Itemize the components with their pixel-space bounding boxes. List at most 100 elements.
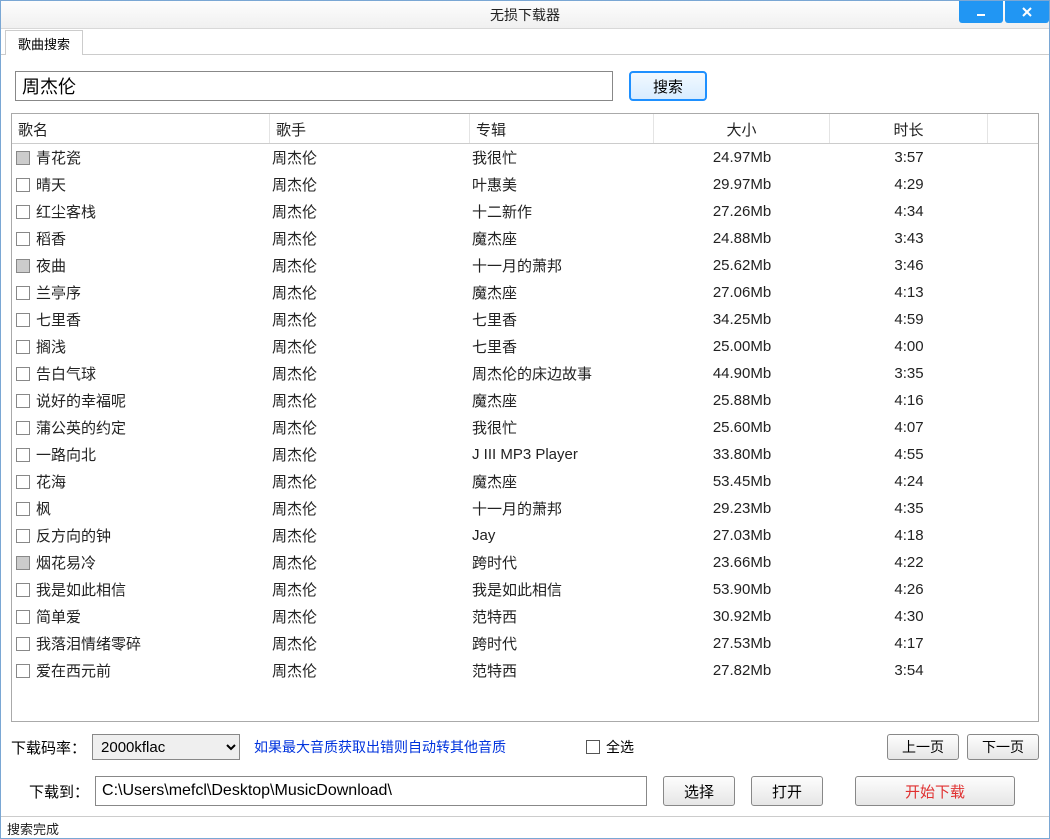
cell-size: 24.97Mb bbox=[654, 149, 830, 166]
choose-folder-button[interactable]: 选择 bbox=[663, 776, 735, 806]
table-row[interactable]: 夜曲周杰伦十一月的萧邦25.62Mb3:46 bbox=[12, 252, 1038, 279]
row-checkbox[interactable] bbox=[16, 151, 30, 165]
cell-size: 27.53Mb bbox=[654, 635, 830, 652]
cell-size: 27.82Mb bbox=[654, 662, 830, 679]
row-checkbox[interactable] bbox=[16, 394, 30, 408]
row-checkbox[interactable] bbox=[16, 313, 30, 327]
row-checkbox[interactable] bbox=[16, 178, 30, 192]
header-song[interactable]: 歌名 bbox=[12, 114, 270, 143]
cell-album: 我很忙 bbox=[470, 417, 654, 438]
prev-page-button[interactable]: 上一页 bbox=[887, 734, 959, 760]
cell-album: 魔杰座 bbox=[470, 282, 654, 303]
titlebar: 无损下载器 bbox=[1, 1, 1049, 29]
close-button[interactable] bbox=[1005, 1, 1049, 23]
cell-artist: 周杰伦 bbox=[270, 633, 470, 654]
cell-size: 53.90Mb bbox=[654, 581, 830, 598]
cell-size: 25.88Mb bbox=[654, 392, 830, 409]
cell-artist: 周杰伦 bbox=[270, 417, 470, 438]
row-checkbox[interactable] bbox=[16, 205, 30, 219]
table-row[interactable]: 我是如此相信周杰伦我是如此相信53.90Mb4:26 bbox=[12, 576, 1038, 603]
row-checkbox[interactable] bbox=[16, 637, 30, 651]
row-checkbox[interactable] bbox=[16, 421, 30, 435]
next-page-button[interactable]: 下一页 bbox=[967, 734, 1039, 760]
cell-song: 晴天 bbox=[36, 174, 66, 195]
cell-album: 七里香 bbox=[470, 336, 654, 357]
row-checkbox[interactable] bbox=[16, 583, 30, 597]
cell-song: 搁浅 bbox=[36, 336, 66, 357]
table-row[interactable]: 我落泪情绪零碎周杰伦跨时代27.53Mb4:17 bbox=[12, 630, 1038, 657]
cell-size: 25.00Mb bbox=[654, 338, 830, 355]
cell-size: 27.06Mb bbox=[654, 284, 830, 301]
cell-album: 魔杰座 bbox=[470, 471, 654, 492]
cell-song: 花海 bbox=[36, 471, 66, 492]
cell-duration: 4:24 bbox=[830, 473, 988, 490]
cell-artist: 周杰伦 bbox=[270, 174, 470, 195]
row-checkbox[interactable] bbox=[16, 502, 30, 516]
cell-size: 24.88Mb bbox=[654, 230, 830, 247]
start-download-button[interactable]: 开始下载 bbox=[855, 776, 1015, 806]
table-row[interactable]: 稻香周杰伦魔杰座24.88Mb3:43 bbox=[12, 225, 1038, 252]
cell-artist: 周杰伦 bbox=[270, 390, 470, 411]
search-input[interactable] bbox=[15, 71, 613, 101]
table-row[interactable]: 告白气球周杰伦周杰伦的床边故事44.90Mb3:35 bbox=[12, 360, 1038, 387]
table-row[interactable]: 搁浅周杰伦七里香25.00Mb4:00 bbox=[12, 333, 1038, 360]
row-checkbox[interactable] bbox=[16, 259, 30, 273]
cell-artist: 周杰伦 bbox=[270, 255, 470, 276]
download-path-input[interactable] bbox=[95, 776, 647, 806]
table-row[interactable]: 烟花易冷周杰伦跨时代23.66Mb4:22 bbox=[12, 549, 1038, 576]
row-checkbox[interactable] bbox=[16, 232, 30, 246]
cell-size: 44.90Mb bbox=[654, 365, 830, 382]
row-checkbox[interactable] bbox=[16, 475, 30, 489]
table-row[interactable]: 枫周杰伦十一月的萧邦29.23Mb4:35 bbox=[12, 495, 1038, 522]
table-row[interactable]: 红尘客栈周杰伦十二新作27.26Mb4:34 bbox=[12, 198, 1038, 225]
table-row[interactable]: 一路向北周杰伦J III MP3 Player33.80Mb4:55 bbox=[12, 441, 1038, 468]
window-title: 无损下载器 bbox=[490, 5, 560, 25]
tab-song-search[interactable]: 歌曲搜索 bbox=[5, 30, 83, 55]
table-row[interactable]: 晴天周杰伦叶惠美29.97Mb4:29 bbox=[12, 171, 1038, 198]
app-window: 无损下载器 歌曲搜索 搜索 歌名 歌手 专辑 大小 时长 青花瓷周杰伦我很忙24… bbox=[0, 0, 1050, 839]
minimize-button[interactable] bbox=[959, 1, 1003, 23]
select-all-checkbox[interactable] bbox=[586, 740, 600, 754]
table-row[interactable]: 爱在西元前周杰伦范特西27.82Mb3:54 bbox=[12, 657, 1038, 684]
cell-song: 简单爱 bbox=[36, 606, 81, 627]
cell-artist: 周杰伦 bbox=[270, 201, 470, 222]
cell-duration: 3:43 bbox=[830, 230, 988, 247]
cell-artist: 周杰伦 bbox=[270, 525, 470, 546]
open-folder-button[interactable]: 打开 bbox=[751, 776, 823, 806]
cell-duration: 4:00 bbox=[830, 338, 988, 355]
row-checkbox[interactable] bbox=[16, 340, 30, 354]
bitrate-select[interactable]: 2000kflac bbox=[92, 734, 240, 760]
table-row[interactable]: 青花瓷周杰伦我很忙24.97Mb3:57 bbox=[12, 144, 1038, 171]
cell-size: 25.62Mb bbox=[654, 257, 830, 274]
table-row[interactable]: 兰亭序周杰伦魔杰座27.06Mb4:13 bbox=[12, 279, 1038, 306]
row-checkbox[interactable] bbox=[16, 286, 30, 300]
table-row[interactable]: 蒲公英的约定周杰伦我很忙25.60Mb4:07 bbox=[12, 414, 1038, 441]
table-row[interactable]: 简单爱周杰伦范特西30.92Mb4:30 bbox=[12, 603, 1038, 630]
header-duration[interactable]: 时长 bbox=[830, 114, 988, 143]
row-checkbox[interactable] bbox=[16, 610, 30, 624]
row-checkbox[interactable] bbox=[16, 367, 30, 381]
search-button[interactable]: 搜索 bbox=[629, 71, 707, 101]
select-all-label: 全选 bbox=[606, 737, 634, 757]
table-row[interactable]: 说好的幸福呢周杰伦魔杰座25.88Mb4:16 bbox=[12, 387, 1038, 414]
cell-song: 说好的幸福呢 bbox=[36, 390, 126, 411]
table-row[interactable]: 七里香周杰伦七里香34.25Mb4:59 bbox=[12, 306, 1038, 333]
cell-song: 稻香 bbox=[36, 228, 66, 249]
cell-album: 周杰伦的床边故事 bbox=[470, 363, 654, 384]
row-checkbox[interactable] bbox=[16, 556, 30, 570]
row-checkbox[interactable] bbox=[16, 529, 30, 543]
header-artist[interactable]: 歌手 bbox=[270, 114, 470, 143]
footer-download-row: 下载到： 选择 打开 开始下载 bbox=[1, 766, 1049, 816]
row-checkbox[interactable] bbox=[16, 448, 30, 462]
cell-size: 30.92Mb bbox=[654, 608, 830, 625]
cell-album: 七里香 bbox=[470, 309, 654, 330]
cell-duration: 4:59 bbox=[830, 311, 988, 328]
cell-album: 我很忙 bbox=[470, 147, 654, 168]
row-checkbox[interactable] bbox=[16, 664, 30, 678]
table-row[interactable]: 花海周杰伦魔杰座53.45Mb4:24 bbox=[12, 468, 1038, 495]
cell-duration: 3:57 bbox=[830, 149, 988, 166]
header-album[interactable]: 专辑 bbox=[470, 114, 654, 143]
table-row[interactable]: 反方向的钟周杰伦Jay27.03Mb4:18 bbox=[12, 522, 1038, 549]
header-size[interactable]: 大小 bbox=[654, 114, 830, 143]
table-body[interactable]: 青花瓷周杰伦我很忙24.97Mb3:57晴天周杰伦叶惠美29.97Mb4:29红… bbox=[12, 144, 1038, 721]
